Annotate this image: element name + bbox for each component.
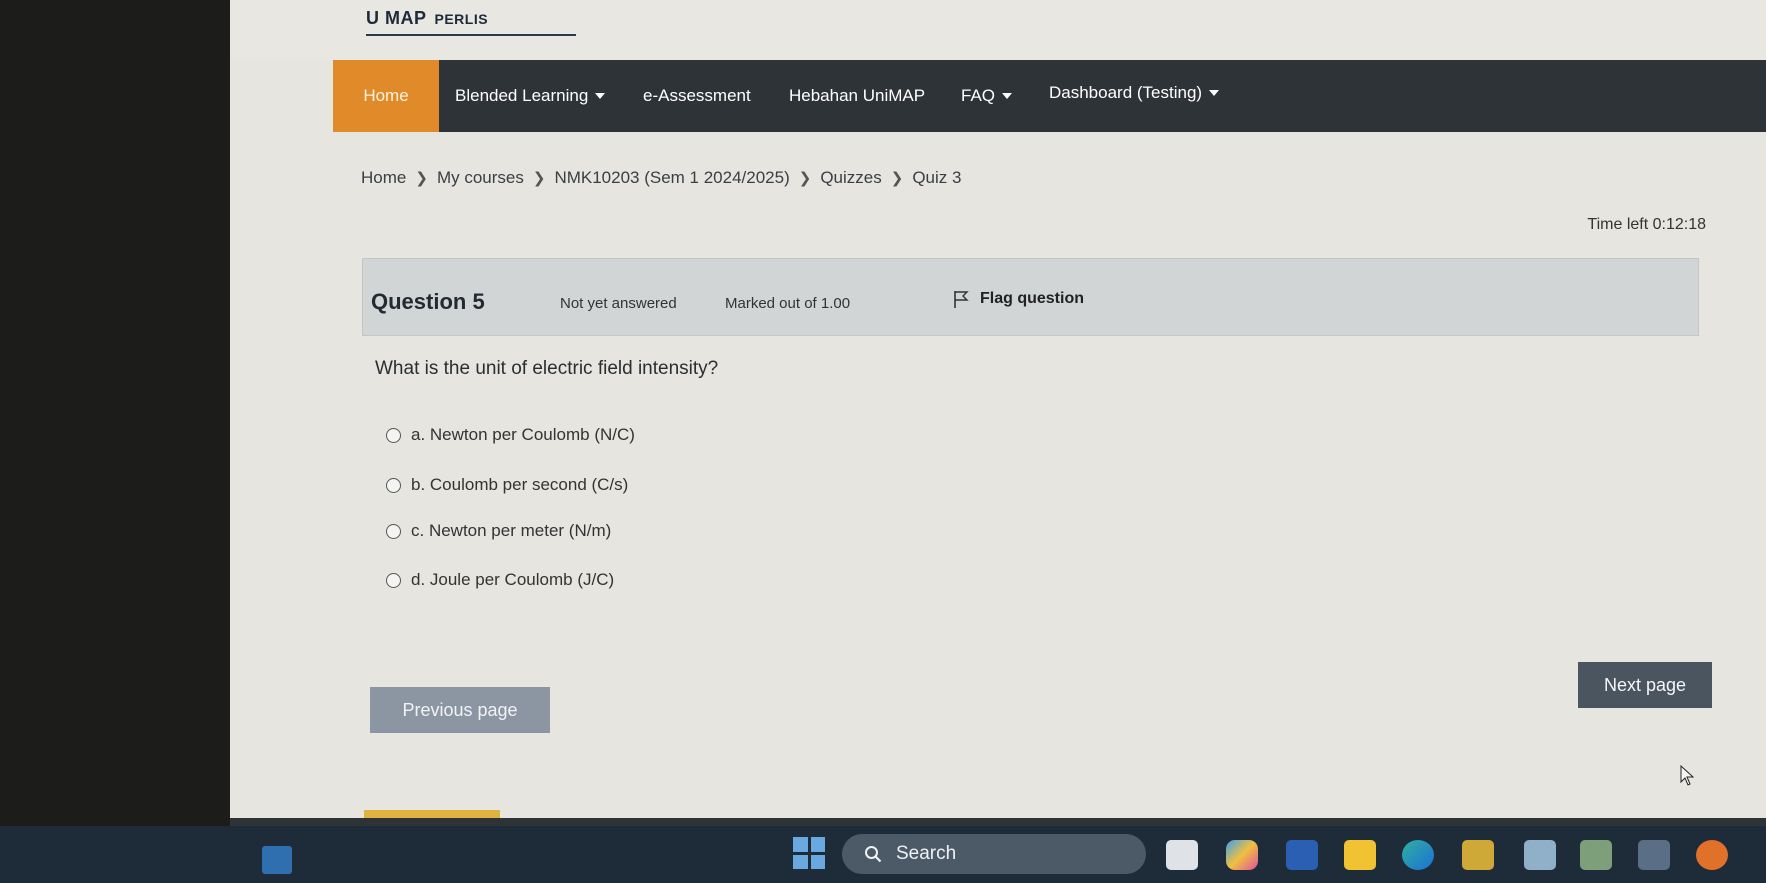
files-icon[interactable] [1166, 840, 1198, 870]
logo-text: U MAP [366, 8, 427, 28]
breadcrumb-course[interactable]: NMK10203 (Sem 1 2024/2025) [554, 168, 789, 188]
nav-item-blended-learning[interactable]: Blended Learning [455, 60, 606, 132]
nav-dashboard-label: Dashboard (Testing) [1049, 83, 1203, 102]
site-header: U MAP PERLIS [230, 0, 1766, 60]
ea-icon[interactable] [1696, 840, 1728, 870]
flag-question-label: Flag question [980, 290, 1084, 307]
flag-question-button[interactable]: Flag question [952, 289, 1084, 309]
app-icon-1[interactable] [1524, 840, 1556, 870]
breadcrumb: Home ❯ My courses ❯ NMK10203 (Sem 1 2024… [361, 168, 961, 188]
flag-icon [954, 291, 969, 308]
widgets-icon[interactable] [262, 846, 292, 874]
chevron-down-icon [1002, 93, 1013, 99]
radio-button[interactable] [386, 477, 401, 493]
nav-home-label: Home [363, 86, 409, 105]
chevron-right-icon: ❯ [415, 170, 428, 187]
breadcrumb-home[interactable]: Home [361, 168, 406, 188]
option-label: a. Newton per Coulomb (N/C) [411, 425, 635, 444]
nav-item-e-assessment[interactable]: e-Assessment [643, 60, 751, 132]
os-taskbar: Search [0, 826, 1766, 883]
question-marks: Marked out of 1.00 [725, 295, 851, 312]
site-logo[interactable]: U MAP PERLIS [366, 8, 488, 29]
nav-item-hebahan-unimap[interactable]: Hebahan UniMAP [789, 60, 925, 132]
option-label: c. Newton per meter (N/m) [411, 521, 612, 540]
question-number: Question 5 [371, 289, 485, 314]
start-icon[interactable] [793, 837, 825, 869]
nav-item-faq[interactable]: FAQ [961, 60, 1013, 132]
option-label: d. Joule per Coulomb (J/C) [411, 570, 615, 589]
mouse-cursor-icon [1680, 765, 1695, 786]
next-page-button[interactable]: Next page [1578, 662, 1712, 708]
radio-button[interactable] [386, 572, 401, 588]
time-left: Time left 0:12:18 [1587, 216, 1706, 233]
nav-item-dashboard[interactable]: Dashboard (Testing) [1049, 60, 1220, 126]
nav-e-assessment-label: e-Assessment [643, 86, 751, 105]
answer-option-c[interactable]: c. Newton per meter (N/m) [386, 521, 611, 541]
chevron-down-icon [1209, 90, 1220, 96]
breadcrumb-quiz[interactable]: Quiz 3 [912, 168, 961, 188]
option-label: b. Coulomb per second (C/s) [411, 475, 629, 494]
main-navbar: Home Blended Learning e-Assessment Hebah… [333, 60, 1766, 132]
browser-screen: U MAP PERLIS Home Blended Learning e-Asse… [230, 0, 1766, 883]
nav-hebahan-label: Hebahan UniMAP [789, 86, 926, 105]
nav-faq-label: FAQ [961, 86, 996, 105]
breadcrumb-my-courses[interactable]: My courses [437, 168, 524, 188]
question-info-bar: Question 5 Not yet answered Marked out o… [362, 258, 1699, 336]
question-text: What is the unit of electric field inten… [375, 358, 719, 379]
chevron-right-icon: ❯ [532, 170, 546, 187]
search-icon [865, 846, 882, 863]
copilot-icon[interactable] [1226, 840, 1258, 870]
question-state: Not yet answered [560, 295, 677, 312]
answer-option-a[interactable]: a. Newton per Coulomb (N/C) [386, 425, 635, 445]
radio-button[interactable] [386, 427, 401, 443]
taskbar-search[interactable]: Search [842, 834, 1146, 874]
logo-subtext: PERLIS [434, 11, 489, 27]
chevron-down-icon [595, 93, 606, 99]
app-icon-3[interactable] [1638, 840, 1670, 870]
edge-icon[interactable] [1402, 840, 1434, 870]
nav-item-home[interactable]: Home [333, 60, 439, 132]
store-icon[interactable] [1462, 840, 1494, 870]
search-label: Search [896, 843, 957, 864]
nav-blended-learning-label: Blended Learning [455, 86, 589, 105]
answer-option-b[interactable]: b. Coulomb per second (C/s) [386, 475, 628, 495]
previous-page-button[interactable]: Previous page [370, 687, 550, 733]
word-icon[interactable] [1286, 840, 1318, 870]
answer-option-d[interactable]: d. Joule per Coulomb (J/C) [386, 570, 614, 590]
chevron-right-icon: ❯ [890, 170, 904, 187]
app-icon-2[interactable] [1580, 840, 1612, 870]
radio-button[interactable] [386, 523, 401, 539]
chevron-right-icon: ❯ [798, 170, 812, 187]
file-explorer-icon[interactable] [1344, 840, 1376, 870]
logo-underline [366, 34, 576, 36]
breadcrumb-quizzes[interactable]: Quizzes [820, 168, 881, 188]
